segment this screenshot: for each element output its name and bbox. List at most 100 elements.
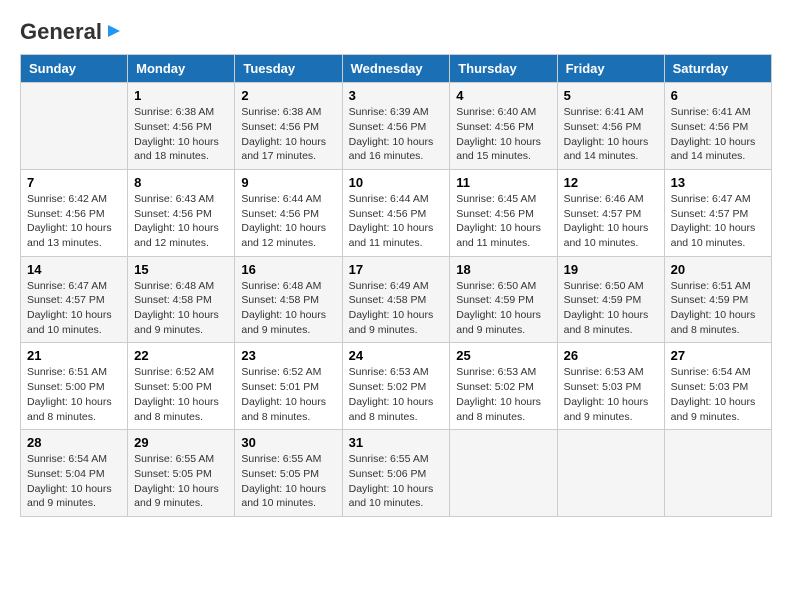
header-sunday: Sunday (21, 55, 128, 83)
week-row-1: 1 Sunrise: 6:38 AMSunset: 4:56 PMDaylight… (21, 83, 772, 170)
day-info: Sunrise: 6:54 AMSunset: 5:03 PMDaylight:… (671, 365, 765, 424)
day-info: Sunrise: 6:44 AMSunset: 4:56 PMDaylight:… (349, 192, 444, 251)
calendar-cell: 4 Sunrise: 6:40 AMSunset: 4:56 PMDaylight… (450, 83, 557, 170)
day-info: Sunrise: 6:45 AMSunset: 4:56 PMDaylight:… (456, 192, 550, 251)
header-tuesday: Tuesday (235, 55, 342, 83)
calendar-cell: 24Sunrise: 6:53 AMSunset: 5:02 PMDayligh… (342, 343, 450, 430)
week-row-4: 21 Sunrise: 6:51 AMSunset: 5:00 PMDayligh… (21, 343, 772, 430)
day-info: Sunrise: 6:38 AMSunset: 4:56 PMDaylight:… (134, 105, 228, 164)
calendar-cell: 1 Sunrise: 6:38 AMSunset: 4:56 PMDaylight… (128, 83, 235, 170)
day-info: Sunrise: 6:44 AMSunset: 4:56 PMDaylight:… (241, 192, 335, 251)
calendar-cell: 29Sunrise: 6:55 AMSunset: 5:05 PMDayligh… (128, 430, 235, 517)
day-info: Sunrise: 6:50 AMSunset: 4:59 PMDaylight:… (456, 279, 550, 338)
calendar-cell: 15Sunrise: 6:48 AMSunset: 4:58 PMDayligh… (128, 256, 235, 343)
day-info: Sunrise: 6:48 AMSunset: 4:58 PMDaylight:… (134, 279, 228, 338)
calendar-cell: 3 Sunrise: 6:39 AMSunset: 4:56 PMDaylight… (342, 83, 450, 170)
day-number: 13 (671, 175, 765, 190)
day-info: Sunrise: 6:42 AMSunset: 4:56 PMDaylight:… (27, 192, 121, 251)
day-number: 31 (349, 435, 444, 450)
day-info: Sunrise: 6:49 AMSunset: 4:58 PMDaylight:… (349, 279, 444, 338)
day-number: 4 (456, 88, 550, 103)
calendar-cell (450, 430, 557, 517)
day-number: 26 (564, 348, 658, 363)
day-info: Sunrise: 6:50 AMSunset: 4:59 PMDaylight:… (564, 279, 658, 338)
calendar-cell: 9 Sunrise: 6:44 AMSunset: 4:56 PMDaylight… (235, 169, 342, 256)
day-info: Sunrise: 6:40 AMSunset: 4:56 PMDaylight:… (456, 105, 550, 164)
day-info: Sunrise: 6:43 AMSunset: 4:56 PMDaylight:… (134, 192, 228, 251)
day-info: Sunrise: 6:51 AMSunset: 5:00 PMDaylight:… (27, 365, 121, 424)
calendar-cell: 17 Sunrise: 6:49 AMSunset: 4:58 PMDayligh… (342, 256, 450, 343)
day-number: 22 (134, 348, 228, 363)
day-info: Sunrise: 6:48 AMSunset: 4:58 PMDaylight:… (241, 279, 335, 338)
day-number: 12 (564, 175, 658, 190)
day-number: 25 (456, 348, 550, 363)
day-info: Sunrise: 6:39 AMSunset: 4:56 PMDaylight:… (349, 105, 444, 164)
day-info: Sunrise: 6:52 AMSunset: 5:00 PMDaylight:… (134, 365, 228, 424)
day-info: Sunrise: 6:55 AMSunset: 5:06 PMDaylight:… (349, 452, 444, 511)
day-number: 19 (564, 262, 658, 277)
calendar-cell: 25 Sunrise: 6:53 AMSunset: 5:02 PMDayligh… (450, 343, 557, 430)
calendar-cell (21, 83, 128, 170)
day-number: 23 (241, 348, 335, 363)
day-number: 27 (671, 348, 765, 363)
calendar-cell: 13 Sunrise: 6:47 AMSunset: 4:57 PMDayligh… (664, 169, 771, 256)
day-number: 28 (27, 435, 121, 450)
page-header: General (20, 20, 772, 44)
day-info: Sunrise: 6:53 AMSunset: 5:03 PMDaylight:… (564, 365, 658, 424)
day-number: 3 (349, 88, 444, 103)
calendar-cell: 27 Sunrise: 6:54 AMSunset: 5:03 PMDayligh… (664, 343, 771, 430)
calendar-cell: 21 Sunrise: 6:51 AMSunset: 5:00 PMDayligh… (21, 343, 128, 430)
calendar-table: SundayMondayTuesdayWednesdayThursdayFrid… (20, 54, 772, 517)
day-number: 6 (671, 88, 765, 103)
calendar-cell: 20Sunrise: 6:51 AMSunset: 4:59 PMDayligh… (664, 256, 771, 343)
week-row-5: 28 Sunrise: 6:54 AMSunset: 5:04 PMDayligh… (21, 430, 772, 517)
calendar-cell: 18 Sunrise: 6:50 AMSunset: 4:59 PMDayligh… (450, 256, 557, 343)
day-info: Sunrise: 6:54 AMSunset: 5:04 PMDaylight:… (27, 452, 121, 511)
day-number: 14 (27, 262, 121, 277)
calendar-cell: 6 Sunrise: 6:41 AMSunset: 4:56 PMDaylight… (664, 83, 771, 170)
day-number: 17 (349, 262, 444, 277)
calendar-cell: 16 Sunrise: 6:48 AMSunset: 4:58 PMDayligh… (235, 256, 342, 343)
header-thursday: Thursday (450, 55, 557, 83)
calendar-cell: 11 Sunrise: 6:45 AMSunset: 4:56 PMDayligh… (450, 169, 557, 256)
day-number: 30 (241, 435, 335, 450)
calendar-cell: 14Sunrise: 6:47 AMSunset: 4:57 PMDayligh… (21, 256, 128, 343)
day-number: 1 (134, 88, 228, 103)
day-number: 21 (27, 348, 121, 363)
week-row-3: 14Sunrise: 6:47 AMSunset: 4:57 PMDayligh… (21, 256, 772, 343)
day-number: 8 (134, 175, 228, 190)
logo-arrow-icon (104, 21, 124, 41)
day-number: 16 (241, 262, 335, 277)
day-number: 29 (134, 435, 228, 450)
day-info: Sunrise: 6:52 AMSunset: 5:01 PMDaylight:… (241, 365, 335, 424)
calendar-cell: 5Sunrise: 6:41 AMSunset: 4:56 PMDaylight… (557, 83, 664, 170)
calendar-cell: 10 Sunrise: 6:44 AMSunset: 4:56 PMDayligh… (342, 169, 450, 256)
day-info: Sunrise: 6:55 AMSunset: 5:05 PMDaylight:… (241, 452, 335, 511)
day-number: 18 (456, 262, 550, 277)
day-info: Sunrise: 6:38 AMSunset: 4:56 PMDaylight:… (241, 105, 335, 164)
day-number: 9 (241, 175, 335, 190)
day-number: 24 (349, 348, 444, 363)
calendar-cell: 12Sunrise: 6:46 AMSunset: 4:57 PMDayligh… (557, 169, 664, 256)
week-row-2: 7 Sunrise: 6:42 AMSunset: 4:56 PMDaylight… (21, 169, 772, 256)
day-number: 10 (349, 175, 444, 190)
day-number: 7 (27, 175, 121, 190)
calendar-cell: 19 Sunrise: 6:50 AMSunset: 4:59 PMDayligh… (557, 256, 664, 343)
day-info: Sunrise: 6:53 AMSunset: 5:02 PMDaylight:… (456, 365, 550, 424)
calendar-cell: 8 Sunrise: 6:43 AMSunset: 4:56 PMDaylight… (128, 169, 235, 256)
calendar-cell: 31 Sunrise: 6:55 AMSunset: 5:06 PMDayligh… (342, 430, 450, 517)
day-info: Sunrise: 6:51 AMSunset: 4:59 PMDaylight:… (671, 279, 765, 338)
day-number: 11 (456, 175, 550, 190)
day-info: Sunrise: 6:47 AMSunset: 4:57 PMDaylight:… (671, 192, 765, 251)
calendar-cell: 2 Sunrise: 6:38 AMSunset: 4:56 PMDaylight… (235, 83, 342, 170)
calendar-cell (557, 430, 664, 517)
day-info: Sunrise: 6:41 AMSunset: 4:56 PMDaylight:… (564, 105, 658, 164)
header-friday: Friday (557, 55, 664, 83)
day-info: Sunrise: 6:41 AMSunset: 4:56 PMDaylight:… (671, 105, 765, 164)
day-number: 2 (241, 88, 335, 103)
logo: General (20, 20, 124, 44)
calendar-cell: 30 Sunrise: 6:55 AMSunset: 5:05 PMDayligh… (235, 430, 342, 517)
calendar-cell: 23 Sunrise: 6:52 AMSunset: 5:01 PMDayligh… (235, 343, 342, 430)
calendar-cell (664, 430, 771, 517)
calendar-header-row: SundayMondayTuesdayWednesdayThursdayFrid… (21, 55, 772, 83)
